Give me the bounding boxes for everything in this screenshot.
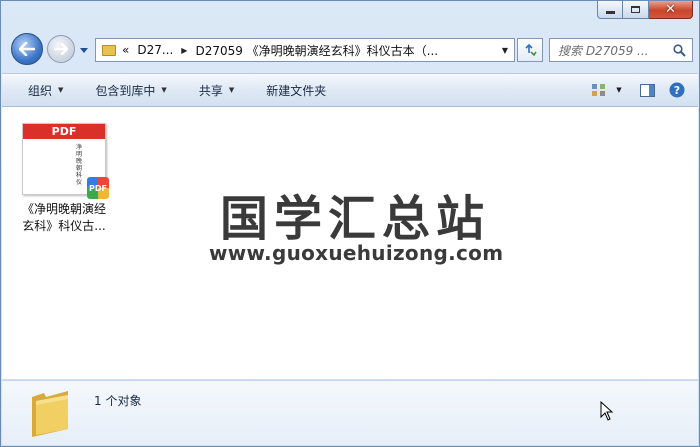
- search-input[interactable]: 搜索 D27059 ...: [558, 42, 666, 59]
- breadcrumb-item[interactable]: D27...: [137, 43, 173, 57]
- chevron-down-icon: ▼: [616, 86, 622, 94]
- forward-button[interactable]: [47, 35, 75, 63]
- view-options-dropdown[interactable]: ▼: [612, 79, 626, 101]
- chevron-down-icon: ▼: [228, 86, 235, 94]
- chevron-down-icon: ▼: [58, 86, 64, 94]
- preview-pane-button[interactable]: [634, 79, 660, 101]
- file-name-line: 玄科》科仪古...: [22, 219, 106, 233]
- arrow-left-icon: [19, 42, 35, 56]
- address-bar[interactable]: « D27... ▶ D27059 《净明晚朝演经玄科》科仪古本（... ▼: [95, 38, 515, 62]
- chevron-right-icon[interactable]: ▶: [181, 46, 187, 55]
- command-bar: 组织 ▼ 包含到库中 ▼ 共享 ▼ 新建文件夹 ▼ ?: [2, 73, 698, 107]
- recent-pages-dropdown[interactable]: [79, 45, 89, 55]
- new-folder-label: 新建文件夹: [266, 83, 327, 98]
- include-in-library-label: 包含到库中: [95, 83, 156, 98]
- organize-menu[interactable]: 组织 ▼: [2, 78, 75, 102]
- navigation-bar: « D27... ▶ D27059 《净明晚朝演经玄科》科仪古本（... ▼ 搜…: [9, 31, 693, 69]
- thumbnail-header: PDF: [23, 124, 105, 139]
- watermark-title: 国学汇总站: [220, 191, 491, 247]
- organize-label: 组织: [28, 83, 53, 98]
- folder-icon: [32, 391, 68, 437]
- new-folder-button[interactable]: 新建文件夹: [254, 78, 338, 102]
- close-button[interactable]: ✕: [649, 1, 693, 19]
- help-icon: ?: [669, 82, 685, 98]
- caption-buttons: ✕: [597, 1, 693, 19]
- share-label: 共享: [198, 83, 223, 98]
- help-button[interactable]: ?: [664, 79, 690, 101]
- chevron-down-icon[interactable]: ▼: [502, 46, 508, 55]
- search-icon[interactable]: [673, 43, 686, 57]
- maximize-icon: [631, 6, 640, 13]
- refresh-icon: [525, 43, 537, 57]
- preview-pane-icon: [639, 83, 655, 97]
- minimize-button[interactable]: [597, 1, 623, 19]
- minimize-icon: [605, 11, 615, 14]
- details-pane: 1 个对象: [2, 380, 698, 445]
- view-grid-icon: [592, 84, 605, 96]
- item-count: 1 个对象: [94, 394, 142, 408]
- pdf-app-icon: PDF: [87, 177, 109, 199]
- explorer-window: ✕ « D27... ▶ D27059 《净明晚朝演经玄科》科仪古本（... ▼: [0, 0, 700, 447]
- thumbnail-text: 净明晚朝科仪: [75, 144, 82, 186]
- file-name-line: 《净明晚朝演经: [21, 202, 106, 216]
- folder-icon: [102, 44, 116, 56]
- svg-text:?: ?: [674, 84, 680, 97]
- search-box[interactable]: 搜索 D27059 ...: [549, 38, 693, 62]
- chevron-down-icon: ▼: [161, 86, 167, 94]
- address-overflow[interactable]: «: [122, 43, 129, 57]
- file-list[interactable]: PDF 净明晚朝科仪 PDF 《净明晚朝演经 玄科》科仪古... 国学汇总站 w…: [2, 107, 698, 379]
- change-view-button[interactable]: [586, 79, 612, 101]
- chevron-down-icon: [80, 47, 88, 53]
- arrow-right-icon: [54, 43, 68, 55]
- close-icon: ✕: [665, 2, 676, 17]
- share-menu[interactable]: 共享 ▼: [187, 78, 246, 102]
- toolbar-right: ▼ ?: [586, 79, 698, 101]
- refresh-button[interactable]: [517, 38, 543, 62]
- back-button[interactable]: [11, 33, 43, 65]
- include-in-library-menu[interactable]: 包含到库中 ▼: [83, 78, 178, 102]
- file-name: 《净明晚朝演经 玄科》科仪古...: [16, 201, 112, 235]
- file-item[interactable]: PDF 净明晚朝科仪 PDF 《净明晚朝演经 玄科》科仪古...: [16, 123, 112, 235]
- watermark-url: www.guoxuehuizong.com: [209, 241, 504, 265]
- maximize-button[interactable]: [623, 1, 649, 19]
- pdf-thumbnail: PDF 净明晚朝科仪 PDF: [22, 123, 109, 199]
- mouse-cursor-icon: [600, 401, 614, 421]
- breadcrumb-item[interactable]: D27059 《净明晚朝演经玄科》科仪古本（...: [195, 42, 438, 59]
